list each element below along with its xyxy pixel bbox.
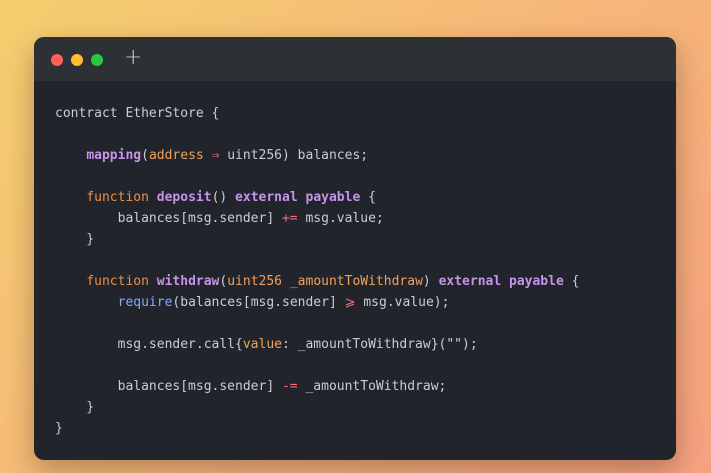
code-line: } bbox=[55, 397, 579, 418]
code-line: mapping(address ⇒ uint256) balances; bbox=[55, 145, 579, 166]
close-window-icon[interactable] bbox=[51, 54, 63, 66]
code-token: balances[msg.sender] bbox=[55, 211, 282, 226]
code-line: function withdraw(uint256 _amountToWithd… bbox=[55, 271, 579, 292]
code-window: + contract EtherStore { mapping(address … bbox=[34, 37, 676, 460]
code-token: () bbox=[211, 190, 236, 205]
code-token: } bbox=[55, 421, 63, 436]
code-token: _amountToWithdraw bbox=[289, 274, 423, 289]
code-line: function deposit() external payable { bbox=[55, 187, 579, 208]
code-token: function bbox=[86, 274, 149, 289]
code-token: external payable bbox=[235, 190, 361, 205]
code-token: : _amountToWithdraw}( bbox=[281, 337, 447, 352]
code-token: deposit bbox=[156, 190, 212, 205]
code-token: ) balances; bbox=[282, 148, 369, 163]
code-token: (balances[msg.sender] bbox=[172, 295, 345, 310]
code-token: { bbox=[360, 190, 376, 205]
code-line: require(balances[msg.sender] ⩾ msg.value… bbox=[55, 292, 579, 313]
code-token: function bbox=[86, 190, 149, 205]
code-line: } bbox=[55, 418, 579, 439]
new-tab-plus-icon[interactable]: + bbox=[124, 47, 142, 69]
code-token: ⇒ bbox=[203, 148, 228, 163]
code-token: balances[msg.sender] bbox=[55, 379, 282, 394]
code-token: external payable bbox=[438, 274, 564, 289]
code-line: balances[msg.sender] += msg.value; bbox=[55, 208, 579, 229]
code-token: address bbox=[148, 148, 204, 163]
code-token: msg.sender.call{ bbox=[55, 337, 243, 352]
code-token: += bbox=[281, 211, 298, 226]
code-token: require bbox=[117, 295, 173, 310]
code-line: balances[msg.sender] -= _amountToWithdra… bbox=[55, 376, 579, 397]
code-token: } bbox=[55, 232, 95, 247]
code-token: msg.value; bbox=[297, 211, 384, 226]
code-token: ⩾ bbox=[344, 295, 356, 310]
maximize-window-icon[interactable] bbox=[91, 54, 103, 66]
code-token: uint256 bbox=[227, 274, 283, 289]
code-token: mapping bbox=[86, 148, 142, 163]
code-token: msg.value); bbox=[355, 295, 450, 310]
code-token: uint256 bbox=[227, 148, 283, 163]
code-line: } bbox=[55, 229, 579, 250]
code-token: value bbox=[242, 337, 282, 352]
code-token: contract EtherStore { bbox=[55, 106, 220, 121]
code-token: ); bbox=[462, 337, 478, 352]
code-token: -= bbox=[281, 379, 298, 394]
code-token: } bbox=[55, 400, 95, 415]
code-token: withdraw bbox=[156, 274, 220, 289]
minimize-window-icon[interactable] bbox=[71, 54, 83, 66]
code-line: contract EtherStore { bbox=[55, 103, 579, 124]
window-titlebar: + bbox=[34, 37, 676, 81]
code-block: contract EtherStore { mapping(address ⇒ … bbox=[55, 103, 579, 439]
code-token: "" bbox=[446, 337, 463, 352]
code-line: msg.sender.call{value: _amountToWithdraw… bbox=[55, 334, 579, 355]
code-token: _amountToWithdraw; bbox=[297, 379, 447, 394]
code-token: ) bbox=[422, 274, 439, 289]
code-token: ( bbox=[141, 148, 149, 163]
code-token: { bbox=[563, 274, 580, 289]
